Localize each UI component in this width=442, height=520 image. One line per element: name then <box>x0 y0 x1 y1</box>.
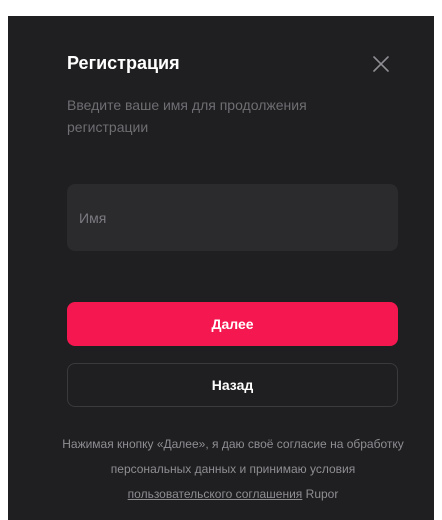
back-button[interactable]: Назад <box>67 363 398 407</box>
registration-modal: Регистрация Введите ваше имя для продолж… <box>8 16 434 520</box>
consent-text-after: Rupor <box>302 487 339 501</box>
close-icon[interactable] <box>367 50 395 78</box>
user-agreement-link[interactable]: пользовательского соглашения <box>128 487 303 501</box>
consent-text: Нажимая кнопку «Далее», я даю своё согла… <box>58 432 408 507</box>
modal-title: Регистрация <box>67 53 180 73</box>
modal-subtitle: Введите ваше имя для продолжения регистр… <box>67 97 307 135</box>
consent-text-before: Нажимая кнопку «Далее», я даю своё согла… <box>62 437 404 476</box>
next-button[interactable]: Далее <box>67 302 398 346</box>
name-input[interactable] <box>67 184 398 251</box>
